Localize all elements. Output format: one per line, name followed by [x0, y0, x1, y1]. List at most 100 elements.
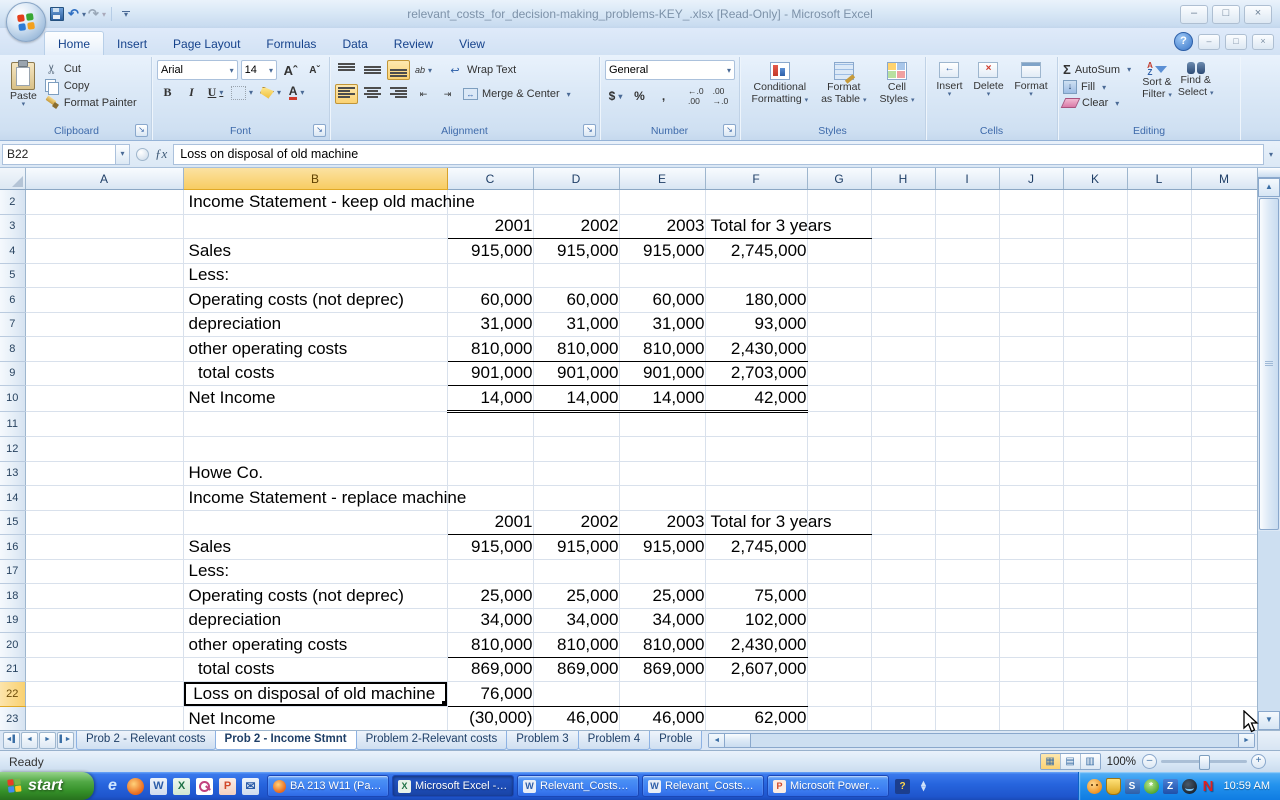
cell-D22[interactable]	[533, 682, 619, 707]
excel-icon[interactable]: X	[173, 778, 190, 795]
restore-button[interactable]: □	[1212, 5, 1240, 24]
cell-E21[interactable]: 869,000	[619, 657, 705, 682]
cell-E4[interactable]: 915,000	[619, 239, 705, 264]
hscroll-right-button[interactable]: ►	[1238, 734, 1254, 747]
cell-L21[interactable]	[1127, 657, 1191, 682]
cell-L8[interactable]	[1127, 337, 1191, 362]
expand-formula-bar-button[interactable]: ▾	[1264, 150, 1278, 159]
col-header-F[interactable]: F	[705, 168, 807, 190]
cell-E6[interactable]: 60,000	[619, 288, 705, 313]
italic-button[interactable]: I	[181, 84, 202, 101]
cell-B8[interactable]: other operating costs	[183, 337, 447, 362]
cell-G11[interactable]	[807, 411, 871, 437]
cell-A14[interactable]	[25, 486, 183, 511]
cell-F6[interactable]: 180,000	[705, 288, 807, 313]
cell-L14[interactable]	[1127, 486, 1191, 511]
cell-E18[interactable]: 25,000	[619, 584, 705, 609]
cell-H20[interactable]	[871, 633, 935, 658]
col-header-C[interactable]: C	[447, 168, 533, 190]
cell-L6[interactable]	[1127, 288, 1191, 313]
cell-A13[interactable]	[25, 461, 183, 486]
cell-D8[interactable]: 810,000	[533, 337, 619, 362]
font-name-select[interactable]: Arial▾	[157, 60, 238, 80]
cell-M9[interactable]	[1191, 361, 1257, 386]
cell-K14[interactable]	[1063, 486, 1127, 511]
cell-A16[interactable]	[25, 535, 183, 560]
col-header-K[interactable]: K	[1063, 168, 1127, 190]
cell-H18[interactable]	[871, 584, 935, 609]
zoom-out-button[interactable]: –	[1142, 754, 1157, 769]
cell-H22[interactable]	[871, 682, 935, 707]
cell-E12[interactable]	[619, 437, 705, 462]
zoom-in-button[interactable]: +	[1251, 754, 1266, 769]
cell-K23[interactable]	[1063, 706, 1127, 730]
cell-E3[interactable]: 2003	[619, 214, 705, 239]
sort-filter-button[interactable]: AZ Sort &Filter ▾	[1139, 60, 1175, 124]
cell-E13[interactable]	[619, 461, 705, 486]
customize-qat-button[interactable]: ▾	[117, 5, 135, 23]
tray-z-icon[interactable]: Z	[1163, 779, 1178, 794]
firefox-icon[interactable]	[127, 778, 144, 795]
cell-K16[interactable]	[1063, 535, 1127, 560]
cell-C3[interactable]: 2001	[447, 214, 533, 239]
comma-style-button[interactable]: ,	[653, 88, 674, 105]
tray-antivirus-icon[interactable]: *	[1144, 779, 1159, 794]
cell-E17[interactable]	[619, 559, 705, 584]
cell-D3[interactable]: 2002	[533, 214, 619, 239]
cell-G5[interactable]	[807, 263, 871, 288]
vertical-scroll-track[interactable]	[1258, 531, 1280, 711]
cell-H10[interactable]	[871, 386, 935, 412]
cell-F7[interactable]: 93,000	[705, 312, 807, 337]
cell-L12[interactable]	[1127, 437, 1191, 462]
cell-H17[interactable]	[871, 559, 935, 584]
find-select-button[interactable]: Find &Select ▾	[1175, 60, 1217, 124]
cell-K6[interactable]	[1063, 288, 1127, 313]
cell-G2[interactable]	[807, 190, 871, 215]
cell-J21[interactable]	[999, 657, 1063, 682]
cell-I9[interactable]	[935, 361, 999, 386]
copy-button[interactable]: Copy	[44, 79, 137, 93]
cell-M18[interactable]	[1191, 584, 1257, 609]
cell-B13[interactable]: Howe Co.	[183, 461, 447, 486]
insert-function-button[interactable]: ƒx	[155, 146, 167, 162]
cell-F11[interactable]	[705, 411, 807, 437]
cell-I22[interactable]	[935, 682, 999, 707]
format-cells-button[interactable]: Format▾	[1011, 60, 1050, 124]
cell-H16[interactable]	[871, 535, 935, 560]
cell-B9[interactable]: total costs	[183, 361, 447, 386]
cell-J19[interactable]	[999, 608, 1063, 633]
col-header-B[interactable]: B	[183, 168, 447, 190]
cell-C13[interactable]	[447, 461, 533, 486]
cell-B21[interactable]: total costs	[183, 657, 447, 682]
sheet-tab-problem-4[interactable]: Problem 4	[578, 731, 650, 750]
close-button[interactable]: ×	[1244, 5, 1272, 24]
row-header-18[interactable]: 18	[0, 584, 25, 609]
cell-D10[interactable]: 14,000	[533, 386, 619, 412]
ribbon-tab-home[interactable]: Home	[44, 31, 104, 55]
tray-messenger-icon[interactable]	[1087, 779, 1102, 794]
cell-C4[interactable]: 915,000	[447, 239, 533, 264]
row-header-17[interactable]: 17	[0, 559, 25, 584]
row-header-7[interactable]: 7	[0, 312, 25, 337]
cell-I19[interactable]	[935, 608, 999, 633]
cell-G9[interactable]	[807, 361, 871, 386]
cell-J6[interactable]	[999, 288, 1063, 313]
cell-K3[interactable]	[1063, 214, 1127, 239]
cell-J4[interactable]	[999, 239, 1063, 264]
tray-swoosh-icon[interactable]	[1182, 779, 1197, 794]
sheet-tab-prob-2-relevant-costs[interactable]: Prob 2 - Relevant costs	[76, 731, 216, 750]
cell-E19[interactable]: 34,000	[619, 608, 705, 633]
horizontal-scroll-track[interactable]	[751, 734, 1238, 747]
ribbon-tab-view[interactable]: View	[446, 32, 498, 55]
cell-C17[interactable]	[447, 559, 533, 584]
zoom-slider-track[interactable]	[1161, 760, 1247, 763]
row-header-15[interactable]: 15	[0, 510, 25, 535]
tray-tools-icon[interactable]: S	[1125, 779, 1140, 794]
increase-indent-button[interactable]: ⇥	[437, 86, 458, 103]
row-header-3[interactable]: 3	[0, 214, 25, 239]
cell-F20[interactable]: 2,430,000	[705, 633, 807, 658]
cell-B3[interactable]	[183, 214, 447, 239]
cell-D19[interactable]: 34,000	[533, 608, 619, 633]
cell-G17[interactable]	[807, 559, 871, 584]
undo-button[interactable]: ↶▾	[68, 5, 86, 23]
